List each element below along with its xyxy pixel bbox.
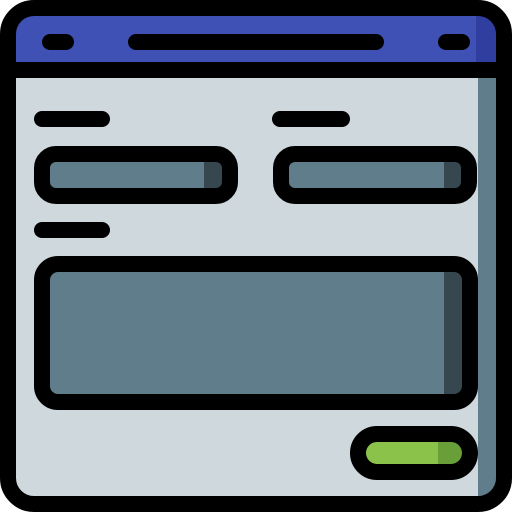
web-form-window-icon <box>0 0 512 512</box>
field-left-input[interactable] <box>34 146 238 204</box>
field-textarea-fill <box>42 264 470 402</box>
submit-button[interactable] <box>350 426 478 480</box>
field-textarea[interactable] <box>34 256 478 410</box>
icon-stage <box>0 0 512 512</box>
window-shade <box>478 70 496 496</box>
field-right-input[interactable] <box>273 146 477 204</box>
